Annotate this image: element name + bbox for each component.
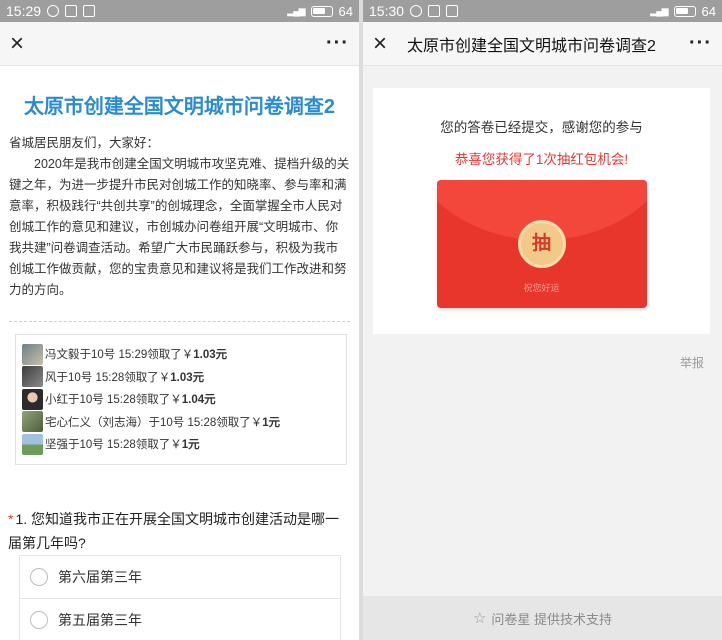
avatar	[22, 366, 43, 388]
survey-title: 太原市创建全国文明城市问卷调查2	[23, 96, 336, 118]
option-label: 第五届第三年	[58, 612, 142, 628]
winner-text: 于10号 15:28领取了￥	[68, 439, 182, 452]
status-bar: 15:29 ▂▄▆ 64	[0, 0, 359, 22]
lucky-message: 恭喜您获得了1次抽红包机会!	[454, 152, 629, 167]
avatar	[22, 433, 43, 455]
result-screen: 15:30 ▂▄▆ 64 × 太原市创建全国文明城市问卷调查2 ··· 您的答卷…	[363, 0, 722, 640]
star-icon: ☆	[472, 610, 487, 627]
wish-text: 祝您好运	[523, 283, 560, 293]
radio-circle-icon[interactable]	[30, 611, 48, 629]
signal-icon: ▂▄▆	[287, 5, 305, 16]
winner-name: 坚强	[45, 439, 68, 452]
question-text: 1. 您知道我市正在开展全国文明城市创建活动是哪一届第几年吗?	[8, 510, 340, 551]
avatar	[22, 411, 43, 433]
radio-circle-icon[interactable]	[30, 567, 48, 586]
draw-button[interactable]: 抽	[517, 220, 566, 268]
more-menu-button[interactable]: ···	[689, 32, 712, 55]
winner-name: 风	[45, 371, 57, 384]
dashed-divider	[9, 321, 350, 322]
winner-row: 冯文毅 于10号 15:29领取了￥ 1.03元	[22, 343, 340, 366]
winner-row: 宅心仁义（刘志海） 于10号 15:28领取了￥ 1元	[22, 411, 340, 434]
option-radio[interactable]: 第五届第三年	[19, 598, 341, 640]
status-time: 15:30	[369, 3, 405, 19]
report-link[interactable]: 举报	[363, 334, 722, 371]
status-time: 15:29	[6, 3, 42, 19]
winner-amount: 1元	[181, 439, 200, 452]
winner-row: 小红 于10号 15:28领取了￥ 1.04元	[22, 388, 340, 411]
battery-level: 64	[701, 3, 716, 19]
dnd-icon	[47, 5, 60, 17]
winner-text: 于10号 15:28领取了￥	[56, 371, 171, 384]
winner-text: 于10号 15:28领取了￥	[148, 416, 263, 429]
notification-icon	[65, 5, 78, 17]
winner-name: 小红	[45, 394, 68, 407]
winner-amount: 1元	[262, 416, 281, 429]
option-label: 第六届第三年	[58, 568, 142, 585]
winners-list: 冯文毅 于10号 15:29领取了￥ 1.03元 风 于10号 15:28领取了…	[15, 334, 347, 465]
winner-name: 冯文毅	[45, 349, 80, 362]
more-menu-button[interactable]: ···	[326, 32, 349, 55]
winner-text: 于10号 15:29领取了￥	[79, 349, 194, 362]
camera-icon	[446, 5, 459, 17]
greeting: 省城居民朋友们，大家好：	[9, 136, 160, 150]
notification-icon	[428, 5, 441, 17]
intro-paragraph: 2020年是我市创建全国文明城市攻坚克难、提档升级的关键之年，为进一步提升市民对…	[9, 157, 350, 297]
winner-name: 宅心仁义（刘志海）	[45, 416, 149, 429]
avatar	[22, 343, 43, 365]
nav-bar: × ···	[0, 22, 359, 66]
status-bar: 15:30 ▂▄▆ 64	[363, 0, 722, 22]
battery-icon	[310, 5, 333, 17]
footer-text: 问卷星 提供技术支持	[491, 611, 613, 627]
result-card: 您的答卷已经提交，感谢您的参与 恭喜您获得了1次抽红包机会! 抽 祝您好运	[373, 88, 710, 334]
winner-text: 于10号 15:28领取了￥	[68, 394, 182, 407]
dnd-icon	[410, 5, 423, 17]
question-1: * 1. 您知道我市正在开展全国文明城市创建活动是哪一届第几年吗?	[0, 507, 359, 555]
winner-row: 风 于10号 15:28领取了￥ 1.03元	[22, 366, 340, 389]
option-radio[interactable]: 第六届第三年	[19, 554, 341, 599]
winner-amount: 1.03元	[170, 371, 205, 384]
required-mark: *	[8, 510, 14, 527]
battery-icon	[673, 5, 696, 17]
winner-amount: 1.04元	[181, 394, 216, 407]
survey-screen: 15:29 ▂▄▆ 64 × ··· 太原市创建全国文明城市问卷调查2 省城居民…	[0, 0, 359, 640]
winner-amount: 1.03元	[193, 349, 228, 362]
nav-bar: × 太原市创建全国文明城市问卷调查2 ···	[363, 22, 722, 66]
footer: ☆ 问卷星 提供技术支持	[363, 596, 722, 640]
red-envelope[interactable]: 抽 祝您好运	[436, 180, 647, 308]
nav-title: 太原市创建全国文明城市问卷调查2	[407, 37, 656, 55]
close-button[interactable]: ×	[10, 31, 32, 55]
submitted-message: 您的答卷已经提交，感谢您的参与	[440, 120, 643, 135]
camera-icon	[83, 5, 96, 17]
avatar	[22, 388, 43, 410]
signal-icon: ▂▄▆	[650, 5, 668, 16]
intro-text: 省城居民朋友们，大家好： 2020年是我市创建全国文明城市攻坚克难、提档升级的关…	[0, 133, 359, 301]
close-button[interactable]: ×	[373, 31, 395, 55]
winner-row: 坚强 于10号 15:28领取了￥ 1元	[22, 433, 340, 456]
battery-level: 64	[338, 3, 353, 19]
